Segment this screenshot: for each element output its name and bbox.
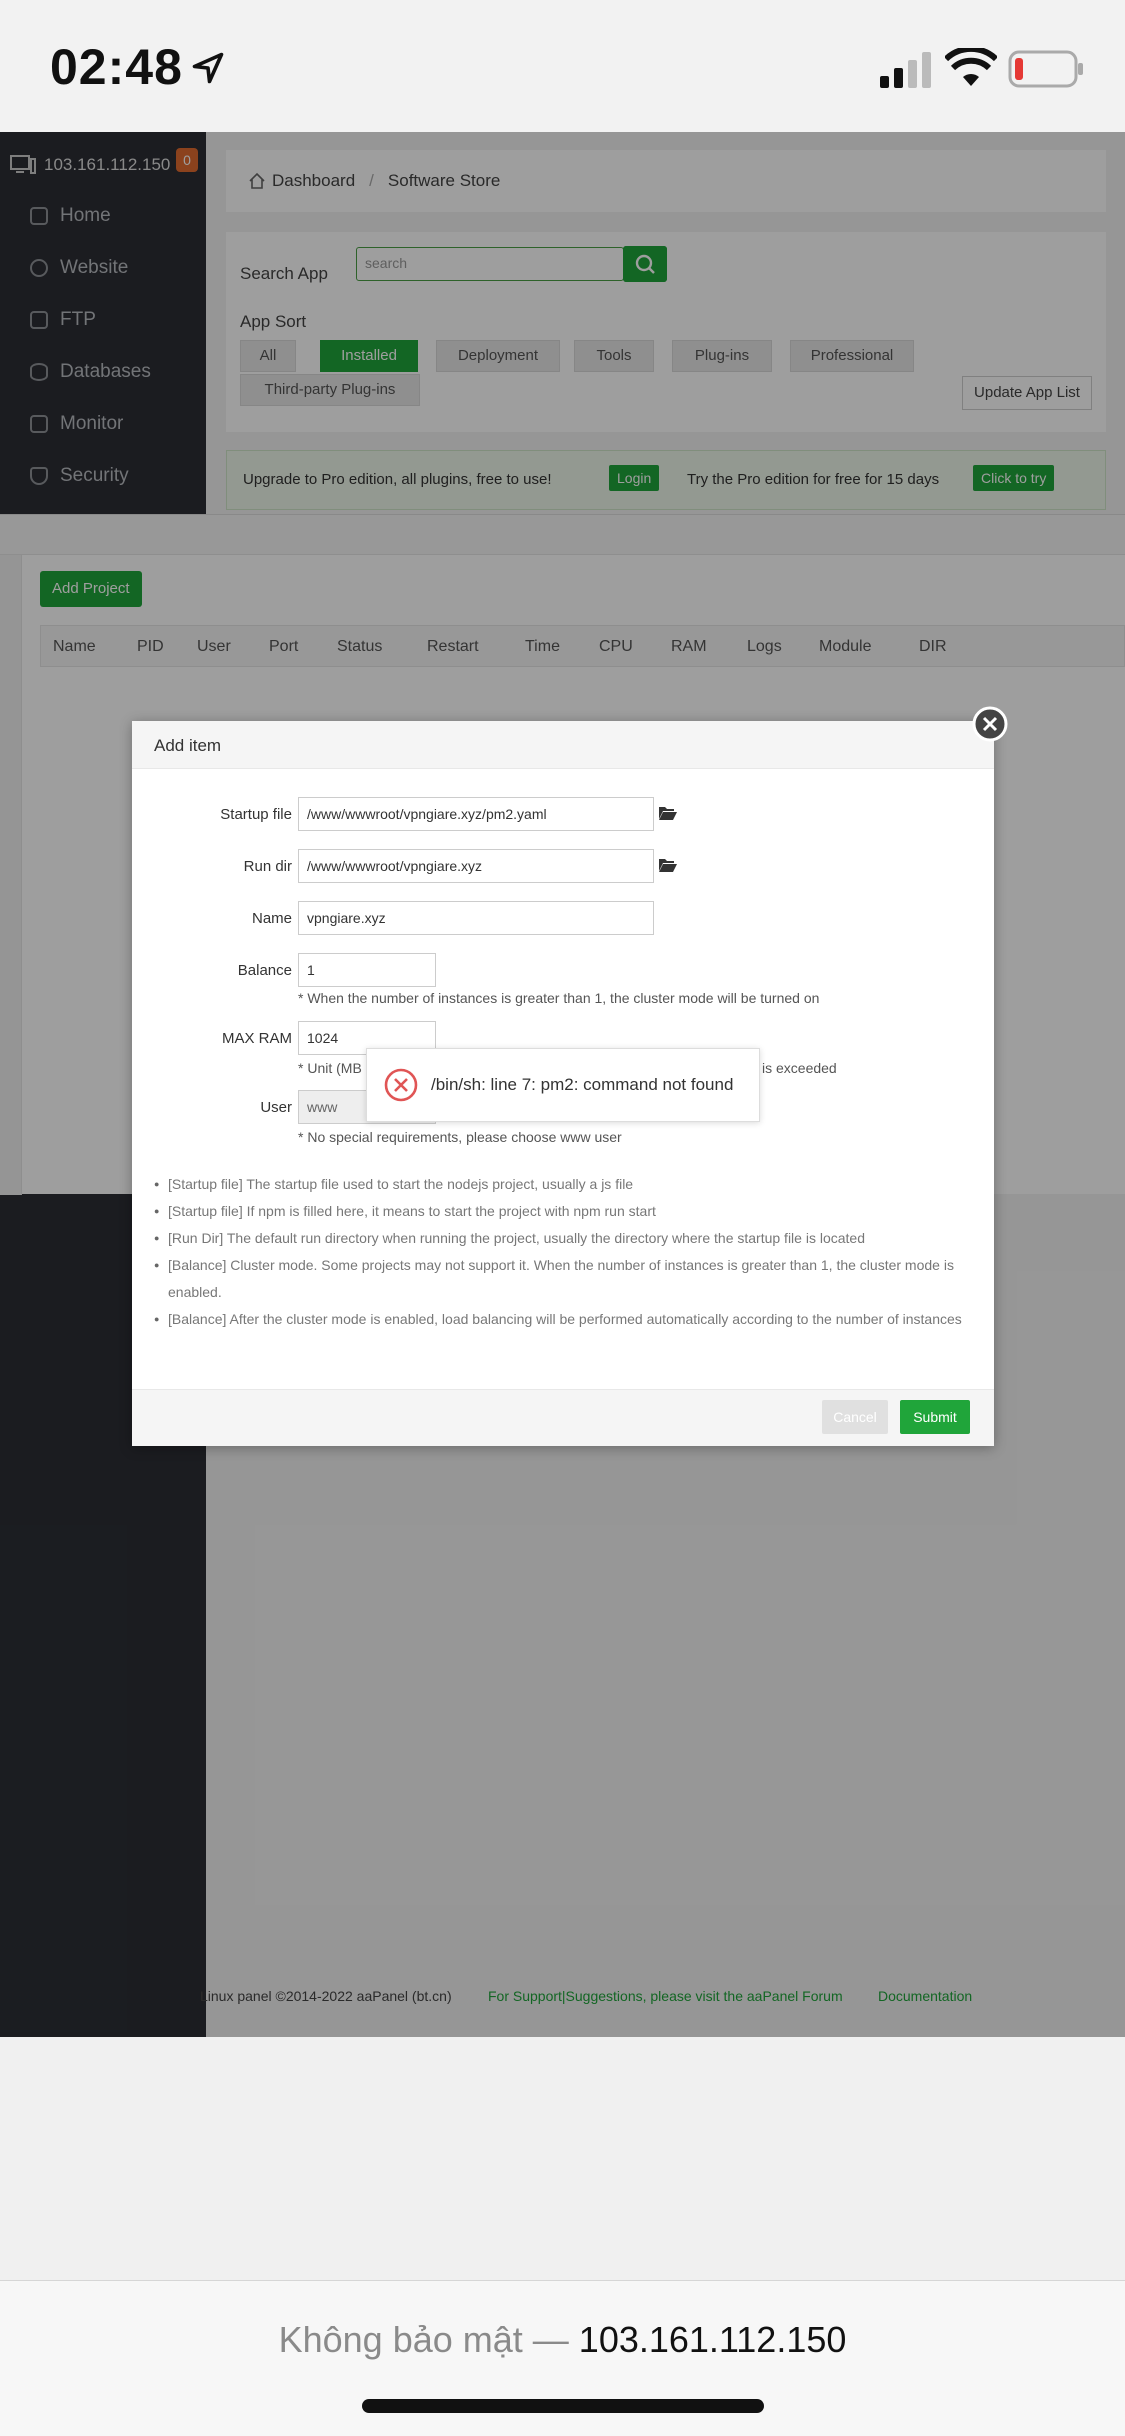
dialog-title: Add item — [154, 736, 222, 755]
tip-item: [Balance] Cluster mode. Some projects ma… — [154, 1252, 974, 1306]
ios-status-bar: 02:48 — [0, 0, 1125, 132]
battery-low-icon — [1008, 50, 1083, 88]
max-ram-hint-tail: is exceeded — [762, 1060, 837, 1076]
url-display[interactable]: Không bảo mật — 103.161.112.150 — [0, 2319, 1125, 2361]
name-input[interactable]: vpngiare.xyz — [298, 901, 654, 935]
balance-label: Balance — [237, 962, 292, 979]
not-secure-label: Không bảo mật — — [278, 2319, 569, 2360]
wifi-icon — [945, 48, 997, 86]
error-message: /bin/sh: line 7: pm2: command not found — [431, 1075, 734, 1094]
location-arrow-icon — [192, 52, 224, 84]
max-ram-label: MAX RAM — [221, 1030, 292, 1047]
cellular-signal-icon — [880, 52, 931, 88]
startup-file-label: Startup file — [220, 806, 292, 823]
user-hint: * No special requirements, please choose… — [298, 1129, 622, 1145]
folder-open-icon[interactable] — [658, 857, 678, 873]
cancel-button[interactable]: Cancel — [822, 1400, 888, 1434]
user-label: User — [260, 1099, 292, 1116]
error-toast: /bin/sh: line 7: pm2: command not found — [366, 1048, 760, 1122]
help-tips: [Startup file] The startup file used to … — [154, 1171, 974, 1333]
home-indicator[interactable] — [362, 2399, 764, 2413]
run-dir-label: Run dir — [243, 858, 292, 875]
tip-item: [Startup file] If npm is filled here, it… — [154, 1198, 974, 1225]
name-label: Name — [251, 910, 292, 927]
dialog-footer: Cancel Submit — [132, 1389, 994, 1446]
folder-open-icon[interactable] — [658, 805, 678, 821]
url-host: 103.161.112.150 — [578, 2319, 847, 2360]
tip-item: [Balance] After the cluster mode is enab… — [154, 1306, 974, 1333]
close-icon[interactable] — [972, 706, 1008, 742]
browser-address-bar[interactable]: Không bảo mật — 103.161.112.150 — [0, 2280, 1125, 2436]
balance-input[interactable]: 1 — [298, 953, 436, 987]
startup-file-input[interactable]: /www/wwwroot/vpngiare.xyz/pm2.yaml — [298, 797, 654, 831]
tip-item: [Run Dir] The default run directory when… — [154, 1225, 974, 1252]
max-ram-hint: * Unit (MB — [298, 1060, 362, 1076]
tip-item: [Startup file] The startup file used to … — [154, 1171, 974, 1198]
run-dir-input[interactable]: /www/wwwroot/vpngiare.xyz — [298, 849, 654, 883]
clock: 02:48 — [50, 39, 183, 95]
balance-hint: * When the number of instances is greate… — [298, 990, 820, 1006]
error-circle-icon — [384, 1068, 418, 1102]
submit-button[interactable]: Submit — [900, 1400, 970, 1434]
dialog-header: Add item — [132, 721, 994, 769]
